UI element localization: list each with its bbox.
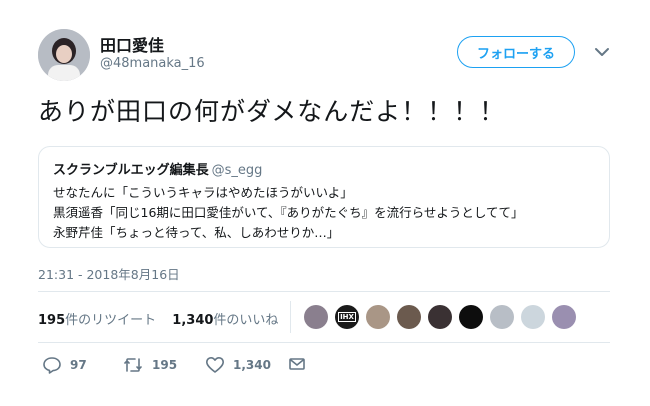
retweets-stat-count: 195 xyxy=(38,313,66,328)
liker-avatar[interactable] xyxy=(304,305,328,329)
quoted-text-line: 永野芹佳「ちょっと待って、私、しあわせりか…」 xyxy=(53,225,340,240)
liker-avatar[interactable] xyxy=(459,305,483,329)
liker-avatar-label: IHX xyxy=(338,312,356,322)
quoted-author-handle: @s_egg xyxy=(211,163,263,178)
retweets-stat[interactable]: 195件のリツイート xyxy=(38,313,156,328)
liker-avatars: IHX xyxy=(304,305,583,329)
quoted-author-name: スクランブルエッグ編集長 xyxy=(53,163,209,178)
reply-icon xyxy=(42,356,62,374)
heart-icon xyxy=(205,356,225,374)
divider xyxy=(38,291,610,292)
like-count: 1,340 xyxy=(233,358,271,372)
retweet-button[interactable]: 195 xyxy=(122,356,177,374)
likes-stat-count: 1,340 xyxy=(172,313,214,328)
tweet-timestamp[interactable]: 21:31 - 2018年8月16日 xyxy=(38,264,180,283)
tweet-stats: 195件のリツイート 1,340件のいいね xyxy=(38,309,278,328)
envelope-icon xyxy=(288,356,306,372)
author-avatar[interactable] xyxy=(38,29,90,81)
liker-avatar[interactable] xyxy=(552,305,576,329)
reply-count: 97 xyxy=(70,358,87,372)
liker-avatar[interactable]: IHX xyxy=(335,305,359,329)
likes-stat-label: 件のいいね xyxy=(213,313,279,328)
liker-avatar[interactable] xyxy=(490,305,514,329)
retweet-icon xyxy=(122,356,144,374)
liker-avatar[interactable] xyxy=(428,305,452,329)
reply-button[interactable]: 97 xyxy=(42,356,87,374)
retweets-stat-label: 件のリツイート xyxy=(65,313,157,328)
author-name[interactable]: 田口愛佳 xyxy=(100,32,164,56)
quoted-tweet-header: スクランブルエッグ編集長 @s_egg xyxy=(53,159,262,178)
quoted-text-line: せなたんに「こういうキャラはやめたほうがいいよ」 xyxy=(53,185,353,200)
like-button[interactable]: 1,340 xyxy=(205,356,271,374)
likes-stat[interactable]: 1,340件のいいね xyxy=(172,313,278,328)
author-handle[interactable]: @48manaka_16 xyxy=(100,56,205,71)
divider xyxy=(38,342,610,343)
tweet-text: ありが田口の何がダメなんだよ！！！！ xyxy=(38,97,506,126)
liker-avatar[interactable] xyxy=(521,305,545,329)
direct-message-button[interactable] xyxy=(288,356,306,372)
chevron-down-icon[interactable] xyxy=(594,44,610,58)
quoted-text-line: 黒須遥香「同じ16期に田口愛佳がいて、『ありがたぐち』を流行らせようとしてて」 xyxy=(53,205,524,220)
stats-separator xyxy=(290,301,291,333)
follow-button[interactable]: フォローする xyxy=(457,36,575,68)
liker-avatar[interactable] xyxy=(397,305,421,329)
quoted-tweet[interactable]: スクランブルエッグ編集長 @s_egg せなたんに「こういうキャラはやめたほうがい… xyxy=(38,146,610,248)
retweet-count: 195 xyxy=(152,358,178,372)
liker-avatar[interactable] xyxy=(366,305,390,329)
